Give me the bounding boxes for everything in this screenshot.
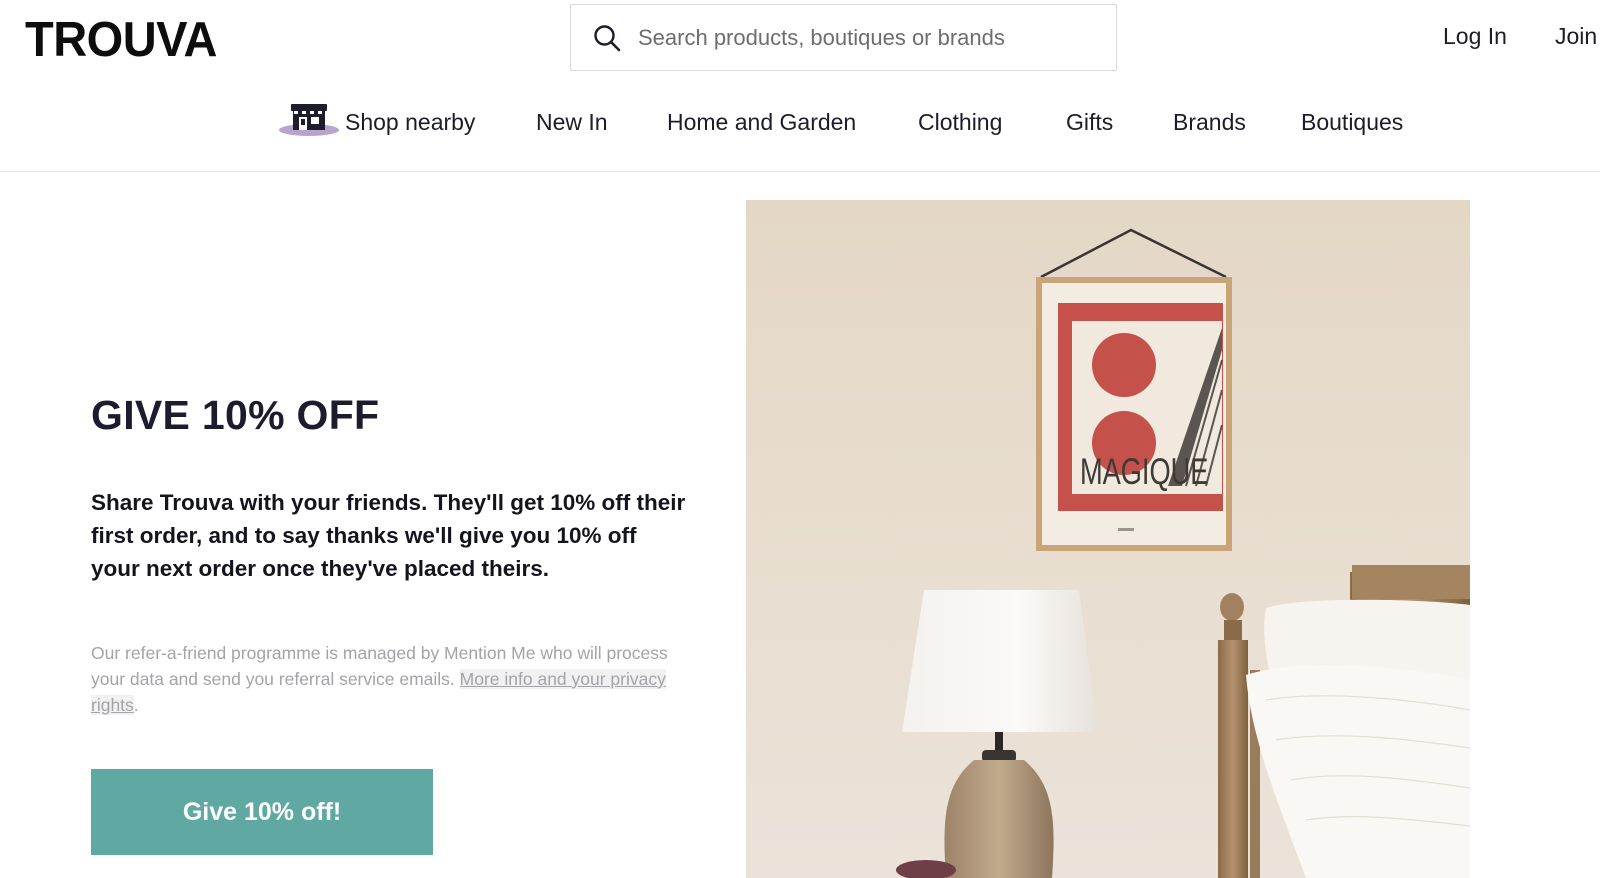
nav-item-new-in[interactable]: New In bbox=[536, 104, 608, 140]
hero-image: MAGIQUE bbox=[746, 200, 1470, 878]
nav-item-home-and-garden[interactable]: Home and Garden bbox=[667, 104, 856, 140]
legal-text-end: . bbox=[133, 695, 139, 715]
nav-item-clothing[interactable]: Clothing bbox=[918, 104, 1002, 140]
give-discount-button[interactable]: Give 10% off! bbox=[91, 769, 433, 855]
trouva-logo[interactable]: TROUVA bbox=[25, 11, 217, 68]
promo-description: Share Trouva with your friends. They'll … bbox=[91, 490, 686, 581]
legal-notice: Our refer-a-friend programme is managed … bbox=[91, 640, 701, 718]
search-input[interactable] bbox=[638, 24, 1098, 51]
main-nav: Shop nearby New In Home and Garden Cloth… bbox=[0, 104, 1600, 140]
header-divider bbox=[0, 171, 1600, 172]
nav-item-brands[interactable]: Brands bbox=[1173, 104, 1246, 140]
nav-item-shop-nearby[interactable]: Shop nearby bbox=[345, 104, 475, 140]
poster-text: MAGIQUE bbox=[1080, 450, 1208, 492]
search-bar[interactable] bbox=[570, 4, 1117, 71]
nav-item-boutiques[interactable]: Boutiques bbox=[1301, 104, 1403, 140]
login-link[interactable]: Log In bbox=[1443, 23, 1507, 50]
search-icon[interactable] bbox=[592, 23, 622, 53]
nav-item-gifts[interactable]: Gifts bbox=[1066, 104, 1113, 140]
join-link[interactable]: Join bbox=[1555, 23, 1597, 50]
promo-title: GIVE 10% OFF bbox=[91, 392, 380, 438]
